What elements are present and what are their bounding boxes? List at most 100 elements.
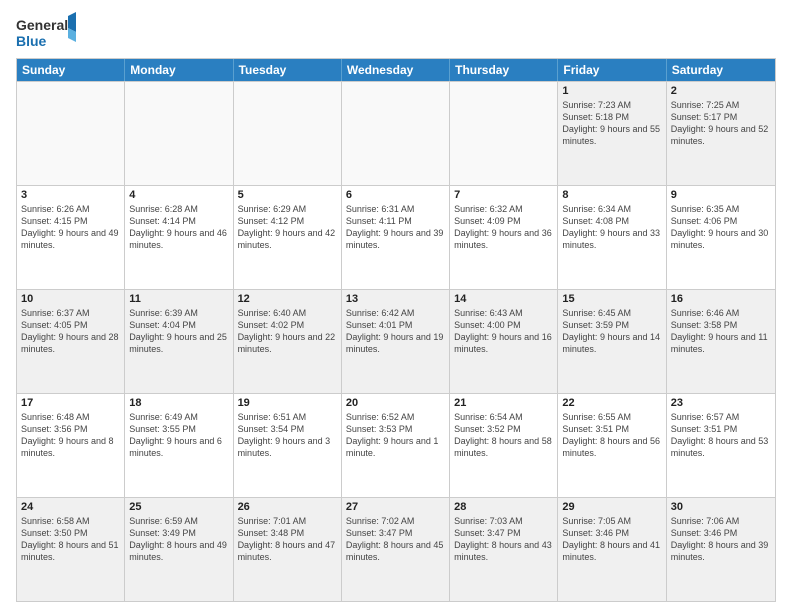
day-number: 12: [238, 293, 337, 305]
calendar-cell-4-1: 25 Sunrise: 6:59 AMSunset: 3:49 PMDaylig…: [125, 498, 233, 601]
day-number: 4: [129, 189, 228, 201]
calendar: SundayMondayTuesdayWednesdayThursdayFrid…: [16, 58, 776, 602]
calendar-cell-1-5: 8 Sunrise: 6:34 AMSunset: 4:08 PMDayligh…: [558, 186, 666, 289]
calendar-cell-4-2: 26 Sunrise: 7:01 AMSunset: 3:48 PMDaylig…: [234, 498, 342, 601]
calendar-cell-1-1: 4 Sunrise: 6:28 AMSunset: 4:14 PMDayligh…: [125, 186, 233, 289]
calendar-cell-0-0: [17, 82, 125, 185]
cell-detail: Sunrise: 7:05 AMSunset: 3:46 PMDaylight:…: [562, 515, 661, 564]
day-number: 22: [562, 397, 661, 409]
cell-detail: Sunrise: 6:39 AMSunset: 4:04 PMDaylight:…: [129, 307, 228, 356]
calendar-cell-2-4: 14 Sunrise: 6:43 AMSunset: 4:00 PMDaylig…: [450, 290, 558, 393]
header-day-thursday: Thursday: [450, 59, 558, 81]
day-number: 3: [21, 189, 120, 201]
day-number: 28: [454, 501, 553, 513]
svg-text:Blue: Blue: [16, 33, 47, 49]
header: General Blue: [16, 12, 776, 52]
cell-detail: Sunrise: 6:40 AMSunset: 4:02 PMDaylight:…: [238, 307, 337, 356]
day-number: 15: [562, 293, 661, 305]
day-number: 30: [671, 501, 771, 513]
header-day-sunday: Sunday: [17, 59, 125, 81]
calendar-cell-3-4: 21 Sunrise: 6:54 AMSunset: 3:52 PMDaylig…: [450, 394, 558, 497]
day-number: 11: [129, 293, 228, 305]
calendar-row-0: 1 Sunrise: 7:23 AMSunset: 5:18 PMDayligh…: [17, 81, 775, 185]
day-number: 1: [562, 85, 661, 97]
calendar-cell-4-3: 27 Sunrise: 7:02 AMSunset: 3:47 PMDaylig…: [342, 498, 450, 601]
calendar-header: SundayMondayTuesdayWednesdayThursdayFrid…: [17, 59, 775, 81]
cell-detail: Sunrise: 6:58 AMSunset: 3:50 PMDaylight:…: [21, 515, 120, 564]
calendar-body: 1 Sunrise: 7:23 AMSunset: 5:18 PMDayligh…: [17, 81, 775, 601]
calendar-cell-1-4: 7 Sunrise: 6:32 AMSunset: 4:09 PMDayligh…: [450, 186, 558, 289]
calendar-cell-2-1: 11 Sunrise: 6:39 AMSunset: 4:04 PMDaylig…: [125, 290, 233, 393]
day-number: 13: [346, 293, 445, 305]
day-number: 5: [238, 189, 337, 201]
cell-detail: Sunrise: 7:02 AMSunset: 3:47 PMDaylight:…: [346, 515, 445, 564]
day-number: 19: [238, 397, 337, 409]
calendar-cell-3-5: 22 Sunrise: 6:55 AMSunset: 3:51 PMDaylig…: [558, 394, 666, 497]
header-day-friday: Friday: [558, 59, 666, 81]
calendar-cell-3-3: 20 Sunrise: 6:52 AMSunset: 3:53 PMDaylig…: [342, 394, 450, 497]
day-number: 27: [346, 501, 445, 513]
cell-detail: Sunrise: 6:46 AMSunset: 3:58 PMDaylight:…: [671, 307, 771, 356]
calendar-cell-0-4: [450, 82, 558, 185]
header-day-tuesday: Tuesday: [234, 59, 342, 81]
day-number: 20: [346, 397, 445, 409]
cell-detail: Sunrise: 6:31 AMSunset: 4:11 PMDaylight:…: [346, 203, 445, 252]
day-number: 16: [671, 293, 771, 305]
day-number: 6: [346, 189, 445, 201]
cell-detail: Sunrise: 6:54 AMSunset: 3:52 PMDaylight:…: [454, 411, 553, 460]
calendar-cell-2-2: 12 Sunrise: 6:40 AMSunset: 4:02 PMDaylig…: [234, 290, 342, 393]
calendar-row-2: 10 Sunrise: 6:37 AMSunset: 4:05 PMDaylig…: [17, 289, 775, 393]
calendar-cell-0-5: 1 Sunrise: 7:23 AMSunset: 5:18 PMDayligh…: [558, 82, 666, 185]
calendar-cell-1-2: 5 Sunrise: 6:29 AMSunset: 4:12 PMDayligh…: [234, 186, 342, 289]
cell-detail: Sunrise: 6:52 AMSunset: 3:53 PMDaylight:…: [346, 411, 445, 460]
cell-detail: Sunrise: 6:42 AMSunset: 4:01 PMDaylight:…: [346, 307, 445, 356]
calendar-cell-2-5: 15 Sunrise: 6:45 AMSunset: 3:59 PMDaylig…: [558, 290, 666, 393]
calendar-cell-3-2: 19 Sunrise: 6:51 AMSunset: 3:54 PMDaylig…: [234, 394, 342, 497]
calendar-cell-4-6: 30 Sunrise: 7:06 AMSunset: 3:46 PMDaylig…: [667, 498, 775, 601]
calendar-cell-0-2: [234, 82, 342, 185]
calendar-cell-3-1: 18 Sunrise: 6:49 AMSunset: 3:55 PMDaylig…: [125, 394, 233, 497]
day-number: 24: [21, 501, 120, 513]
cell-detail: Sunrise: 7:25 AMSunset: 5:17 PMDaylight:…: [671, 99, 771, 148]
day-number: 23: [671, 397, 771, 409]
calendar-row-3: 17 Sunrise: 6:48 AMSunset: 3:56 PMDaylig…: [17, 393, 775, 497]
calendar-cell-4-4: 28 Sunrise: 7:03 AMSunset: 3:47 PMDaylig…: [450, 498, 558, 601]
cell-detail: Sunrise: 6:26 AMSunset: 4:15 PMDaylight:…: [21, 203, 120, 252]
cell-detail: Sunrise: 6:35 AMSunset: 4:06 PMDaylight:…: [671, 203, 771, 252]
cell-detail: Sunrise: 6:29 AMSunset: 4:12 PMDaylight:…: [238, 203, 337, 252]
calendar-cell-2-6: 16 Sunrise: 6:46 AMSunset: 3:58 PMDaylig…: [667, 290, 775, 393]
calendar-cell-3-6: 23 Sunrise: 6:57 AMSunset: 3:51 PMDaylig…: [667, 394, 775, 497]
day-number: 9: [671, 189, 771, 201]
day-number: 7: [454, 189, 553, 201]
calendar-row-4: 24 Sunrise: 6:58 AMSunset: 3:50 PMDaylig…: [17, 497, 775, 601]
calendar-cell-0-3: [342, 82, 450, 185]
logo-svg: General Blue: [16, 12, 76, 52]
cell-detail: Sunrise: 6:59 AMSunset: 3:49 PMDaylight:…: [129, 515, 228, 564]
header-day-monday: Monday: [125, 59, 233, 81]
svg-text:General: General: [16, 17, 68, 33]
calendar-cell-2-0: 10 Sunrise: 6:37 AMSunset: 4:05 PMDaylig…: [17, 290, 125, 393]
calendar-cell-1-6: 9 Sunrise: 6:35 AMSunset: 4:06 PMDayligh…: [667, 186, 775, 289]
cell-detail: Sunrise: 7:06 AMSunset: 3:46 PMDaylight:…: [671, 515, 771, 564]
day-number: 25: [129, 501, 228, 513]
calendar-row-1: 3 Sunrise: 6:26 AMSunset: 4:15 PMDayligh…: [17, 185, 775, 289]
cell-detail: Sunrise: 6:32 AMSunset: 4:09 PMDaylight:…: [454, 203, 553, 252]
cell-detail: Sunrise: 6:57 AMSunset: 3:51 PMDaylight:…: [671, 411, 771, 460]
cell-detail: Sunrise: 6:51 AMSunset: 3:54 PMDaylight:…: [238, 411, 337, 460]
cell-detail: Sunrise: 6:55 AMSunset: 3:51 PMDaylight:…: [562, 411, 661, 460]
day-number: 21: [454, 397, 553, 409]
calendar-cell-0-6: 2 Sunrise: 7:25 AMSunset: 5:17 PMDayligh…: [667, 82, 775, 185]
day-number: 18: [129, 397, 228, 409]
calendar-cell-2-3: 13 Sunrise: 6:42 AMSunset: 4:01 PMDaylig…: [342, 290, 450, 393]
cell-detail: Sunrise: 6:34 AMSunset: 4:08 PMDaylight:…: [562, 203, 661, 252]
day-number: 2: [671, 85, 771, 97]
cell-detail: Sunrise: 6:28 AMSunset: 4:14 PMDaylight:…: [129, 203, 228, 252]
cell-detail: Sunrise: 6:48 AMSunset: 3:56 PMDaylight:…: [21, 411, 120, 460]
cell-detail: Sunrise: 6:49 AMSunset: 3:55 PMDaylight:…: [129, 411, 228, 460]
calendar-cell-4-5: 29 Sunrise: 7:05 AMSunset: 3:46 PMDaylig…: [558, 498, 666, 601]
day-number: 14: [454, 293, 553, 305]
calendar-cell-4-0: 24 Sunrise: 6:58 AMSunset: 3:50 PMDaylig…: [17, 498, 125, 601]
header-day-wednesday: Wednesday: [342, 59, 450, 81]
cell-detail: Sunrise: 6:37 AMSunset: 4:05 PMDaylight:…: [21, 307, 120, 356]
calendar-cell-0-1: [125, 82, 233, 185]
